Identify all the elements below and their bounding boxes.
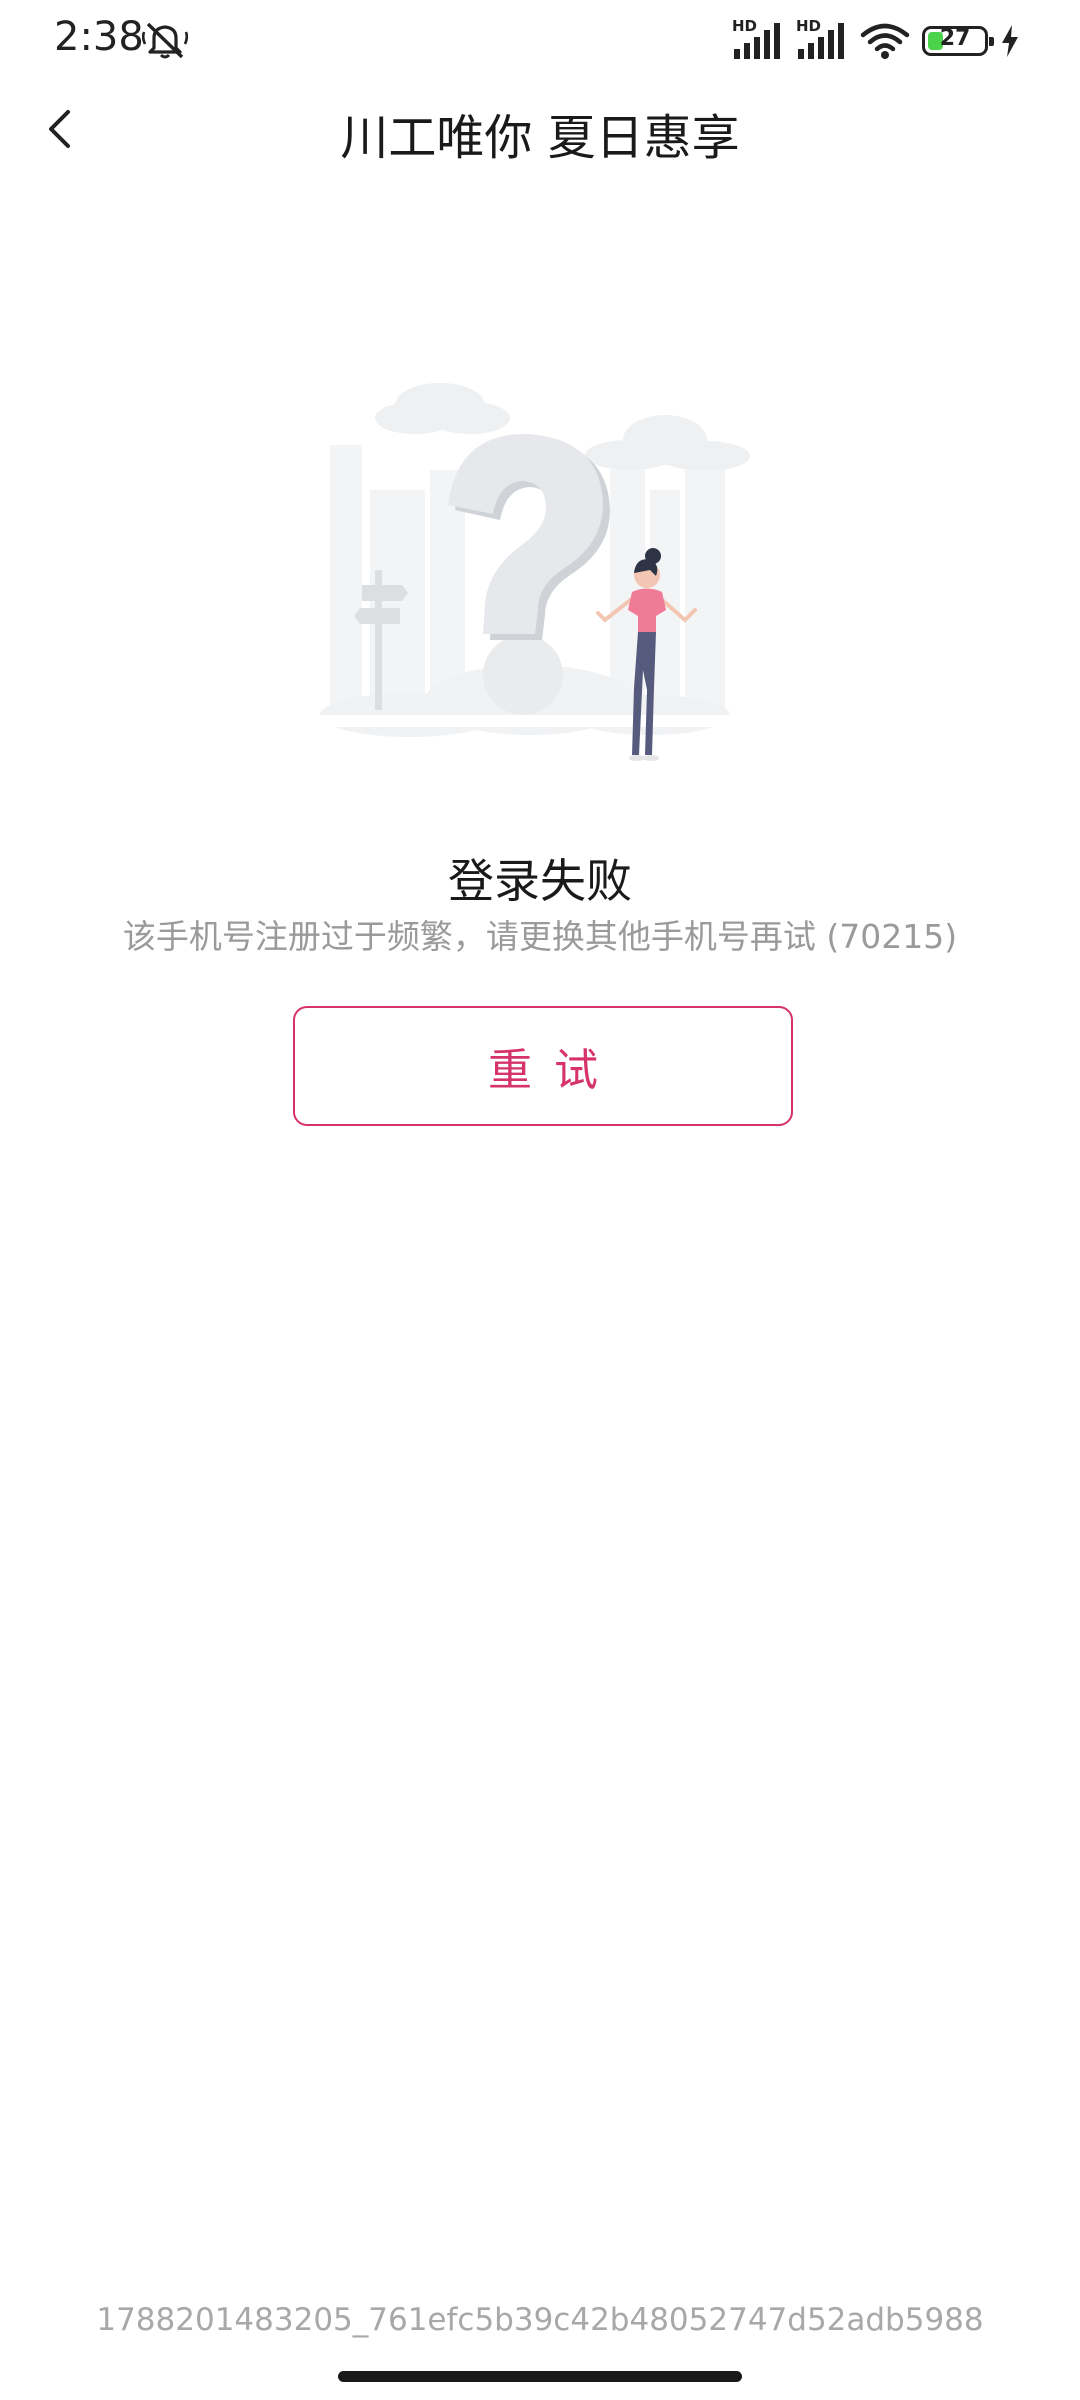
- retry-button[interactable]: 重试: [293, 1006, 793, 1126]
- error-message: 该手机号注册过于频繁，请更换其他手机号再试 (70215): [122, 917, 958, 956]
- battery-cap: [989, 37, 994, 46]
- page-title: 川工唯你 夏日惠享: [340, 110, 740, 166]
- request-id: 1788201483205_761efc5b39c42b48052747d52a…: [96, 2302, 984, 2338]
- lightning-icon: [1002, 25, 1018, 57]
- home-indicator[interactable]: [338, 2371, 742, 2382]
- battery-icon: 27: [922, 26, 994, 56]
- status-bar: 2:38 HD HD 27: [0, 0, 1080, 80]
- signal-icon: HD: [732, 17, 784, 61]
- battery-level: 27: [939, 26, 971, 51]
- bell-off-icon: [142, 22, 188, 59]
- error-title: 登录失败: [448, 854, 632, 908]
- retry-button-label: 重试: [488, 1045, 620, 1096]
- status-icons: HD HD 27: [732, 17, 1020, 64]
- wifi-icon: [860, 23, 910, 59]
- signal-icon: HD: [796, 17, 848, 61]
- question-mark-woman-illustration: [320, 383, 760, 761]
- back-button[interactable]: [30, 94, 100, 164]
- status-time: 2:38: [54, 14, 144, 60]
